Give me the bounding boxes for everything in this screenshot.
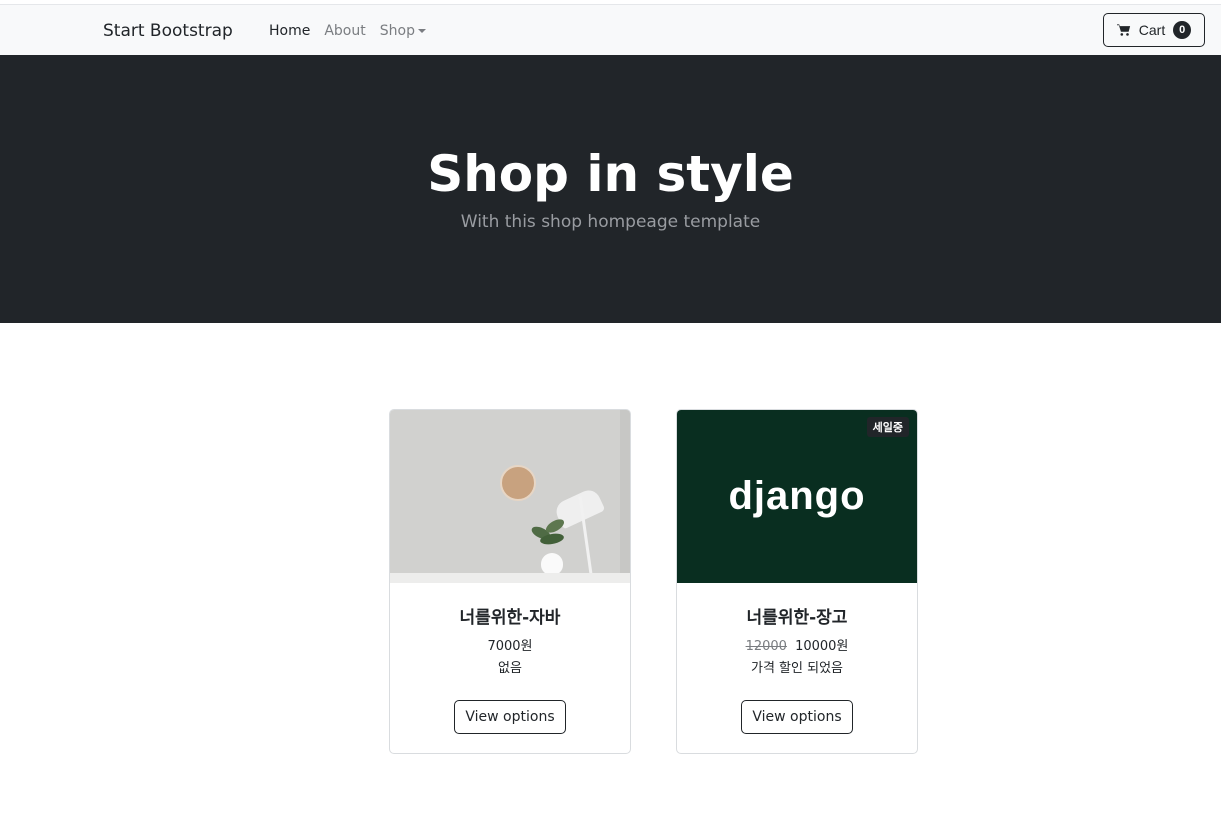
product-card-java: 너를위한-자바 7000원 없음 View options	[389, 409, 631, 754]
django-logo: django	[728, 474, 866, 518]
product-card-django: 세일중 django 너를위한-장고 12000 10000원 가격 할인 되었…	[676, 409, 918, 754]
product-image-django: 세일중 django	[677, 410, 917, 583]
hero-section: Shop in style With this shop hompeage te…	[0, 55, 1221, 323]
nav-shop-label: Shop	[379, 23, 415, 39]
cart-count-badge: 0	[1173, 21, 1192, 39]
nav-home-link[interactable]: Home	[269, 23, 310, 39]
product-price: 7000원	[487, 639, 533, 654]
navbar: Start Bootstrap Home About Shop Cart 0	[0, 5, 1221, 55]
dropdown-caret-icon	[417, 29, 426, 33]
sale-badge: 세일중	[866, 417, 909, 437]
product-card-body: 너를위한-자바 7000원 없음 View options	[390, 583, 630, 734]
view-options-button[interactable]: View options	[454, 700, 566, 734]
product-image-room	[390, 410, 630, 583]
original-price: 12000	[745, 639, 787, 654]
cart-icon	[1116, 23, 1131, 37]
product-note: 없음	[498, 661, 522, 676]
wall-shadow	[620, 410, 630, 583]
plant-pot	[541, 553, 563, 575]
nav-about-link[interactable]: About	[324, 23, 365, 39]
nav-shop-dropdown[interactable]: Shop	[380, 23, 426, 39]
cart-button[interactable]: Cart 0	[1103, 13, 1205, 47]
products-section: 너를위한-자바 7000원 없음 View options 세일중 django…	[0, 323, 1221, 818]
sale-price: 10000원	[795, 639, 849, 654]
hero-title: Shop in style	[427, 144, 794, 203]
view-options-button[interactable]: View options	[741, 700, 853, 734]
product-name: 너를위한-자바	[459, 608, 561, 628]
clock-image	[500, 465, 536, 501]
product-note: 가격 할인 되었음	[751, 661, 843, 676]
hero-subtitle: With this shop hompeage template	[460, 211, 761, 232]
product-price-line: 12000 10000원	[677, 636, 917, 658]
product-name: 너를위한-장고	[746, 608, 848, 628]
product-card-body: 너를위한-장고 12000 10000원 가격 할인 되었음 View opti…	[677, 583, 917, 734]
cart-label: Cart	[1138, 22, 1166, 38]
brand-link[interactable]: Start Bootstrap	[103, 21, 233, 41]
nav-links: Home About Shop	[269, 23, 426, 39]
table-surface	[390, 573, 630, 583]
